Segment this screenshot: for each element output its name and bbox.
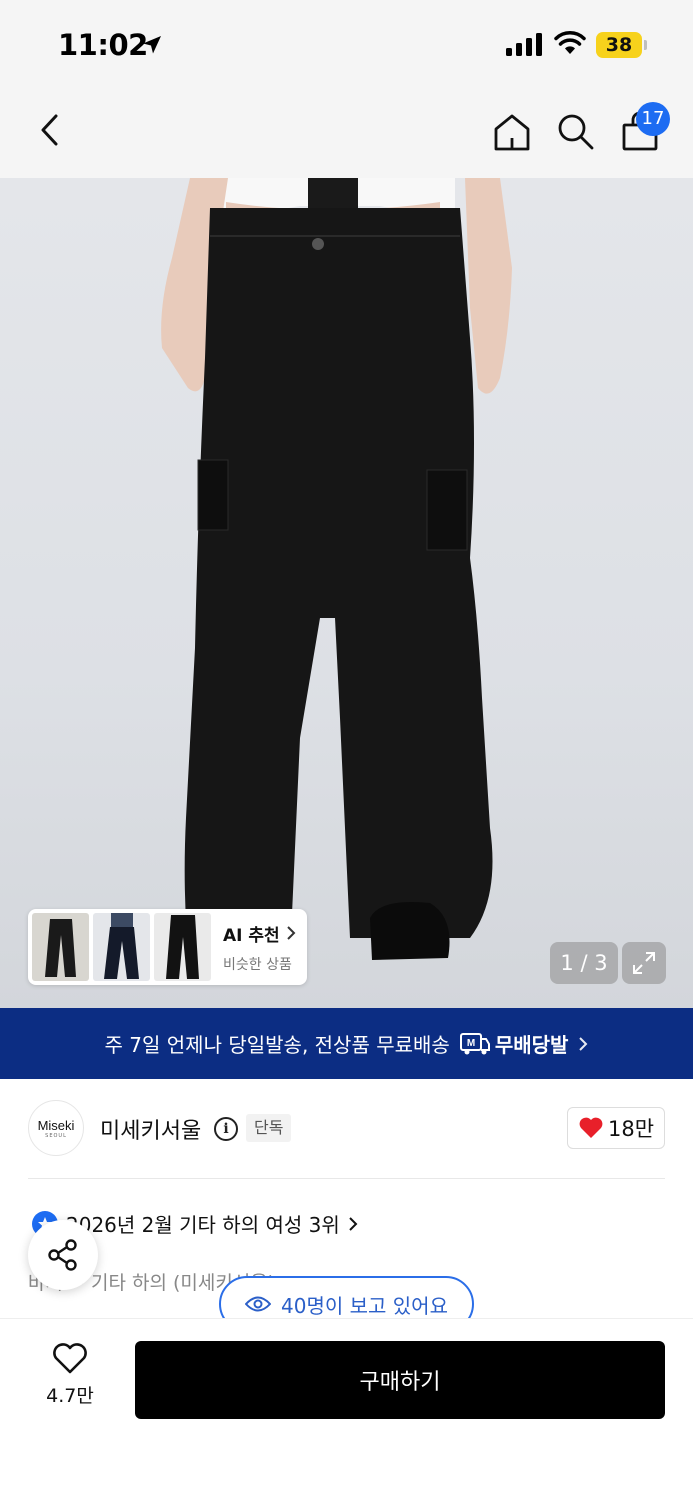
- chevron-right-icon: [579, 1036, 588, 1051]
- share-icon: [48, 1239, 77, 1271]
- battery-tip: [644, 40, 647, 50]
- battery-indicator: 38: [596, 32, 642, 58]
- section-divider: [28, 1178, 665, 1179]
- expand-image-button[interactable]: [622, 942, 666, 984]
- store-like-count: 18만: [607, 1117, 655, 1141]
- home-button[interactable]: [490, 108, 534, 156]
- search-button[interactable]: [554, 108, 598, 156]
- shipping-brand: M 무배당발: [459, 1029, 569, 1058]
- status-bar: 11:02 38: [0, 0, 693, 88]
- shipping-brand-label: 무배당발: [494, 1033, 569, 1057]
- share-button[interactable]: [28, 1220, 98, 1290]
- viewers-count-text: 40명이 보고 있어요: [281, 1293, 448, 1318]
- heart-outline-icon: [53, 1343, 87, 1374]
- ai-card-text: AI 추천 비슷한 상품: [223, 921, 296, 974]
- gallery-page-indicator: 1 / 3: [550, 942, 618, 984]
- bottom-action-bar: 4.7만 구매하기: [0, 1318, 693, 1500]
- expand-icon: [633, 952, 655, 974]
- exclusive-badge: 단독: [246, 1114, 292, 1142]
- product-image[interactable]: [0, 178, 693, 1008]
- product-photo: [161, 178, 512, 968]
- search-icon: [558, 114, 594, 150]
- buy-button[interactable]: 구매하기: [135, 1341, 665, 1419]
- chevron-right-icon: [349, 1216, 358, 1231]
- shipping-banner[interactable]: 주 7일 언제나 당일발송, 전상품 무료배송 M 무배당발: [0, 1008, 693, 1079]
- info-icon[interactable]: i: [214, 1117, 238, 1141]
- wishlist-count: 4.7만: [46, 1385, 94, 1407]
- store-name-link[interactable]: 미세키서울: [100, 1113, 201, 1145]
- store-logo-sub: SEOUL: [45, 1132, 67, 1139]
- chevron-right-icon: [286, 926, 296, 940]
- delivery-truck-icon: M: [459, 1032, 490, 1054]
- home-icon: [494, 114, 530, 151]
- ai-thumbnail-1[interactable]: [32, 913, 89, 981]
- ai-card-title-label: AI 추천: [223, 925, 280, 946]
- wifi-icon: [554, 31, 586, 54]
- cart-count-badge: 17: [636, 102, 670, 136]
- store-like-button[interactable]: 18만: [567, 1107, 665, 1149]
- store-logo-text: Miseki: [37, 1117, 75, 1133]
- top-nav-bar: [0, 88, 693, 178]
- heart-filled-icon: [579, 1117, 603, 1138]
- status-time: 11:02: [58, 28, 148, 62]
- chevron-left-icon: [41, 114, 58, 146]
- ai-thumbnail-3[interactable]: [154, 913, 211, 981]
- back-button[interactable]: [28, 108, 72, 152]
- store-logo[interactable]: Miseki SEOUL: [28, 1100, 84, 1156]
- eye-icon: [245, 1296, 272, 1312]
- cellular-signal-icon: [506, 33, 542, 56]
- brand-mark-letter: M: [467, 1038, 475, 1049]
- location-arrow-icon: [143, 36, 161, 54]
- store-info-row: Miseki SEOUL 미세키서울 i 단독 18만: [0, 1079, 693, 1179]
- ai-card-title: AI 추천: [223, 921, 296, 946]
- ai-card-subtitle: 비슷한 상품: [223, 956, 292, 973]
- ai-recommendation-card[interactable]: AI 추천 비슷한 상품: [28, 909, 307, 985]
- wishlist-button[interactable]: 4.7만: [34, 1343, 106, 1415]
- ai-thumbnail-2[interactable]: [93, 913, 150, 981]
- ranking-text: 2026년 2월 기타 하의 여성 3위: [66, 1213, 340, 1237]
- shipping-banner-text: 주 7일 언제나 당일발송, 전상품 무료배송: [104, 1033, 450, 1057]
